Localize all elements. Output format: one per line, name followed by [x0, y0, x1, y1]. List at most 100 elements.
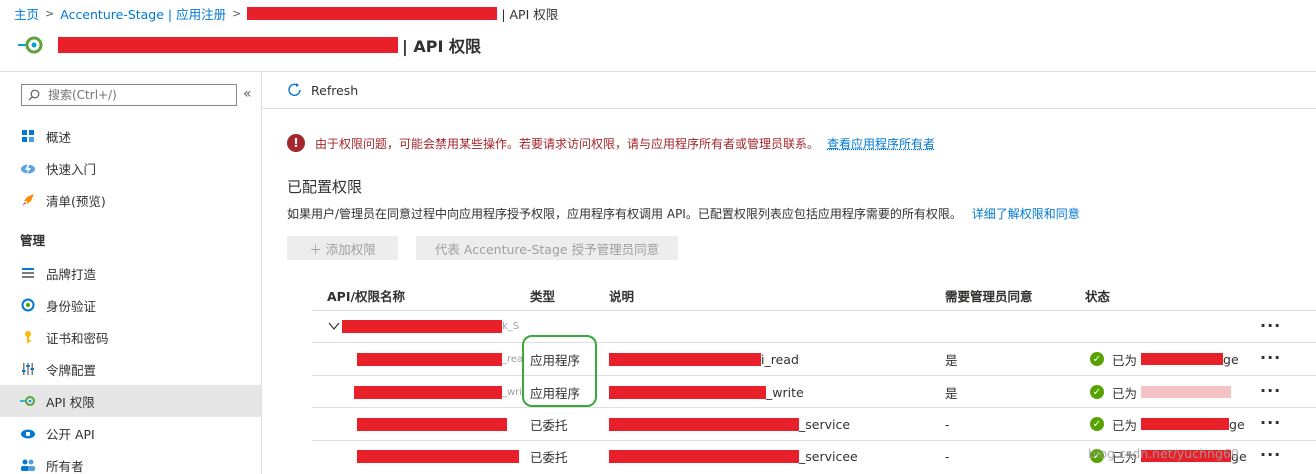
sidebar-item-label: 令牌配置 — [46, 362, 97, 378]
redacted-description — [609, 417, 799, 431]
sidebar-item-label: 所有者 — [46, 458, 84, 474]
command-bar-divider — [262, 108, 1316, 109]
permission-name-tail: _rea — [502, 353, 524, 365]
redacted-description — [609, 449, 799, 463]
status-text: 已为 — [1112, 385, 1138, 401]
add-permission-button[interactable]: ＋ 添加权限 — [287, 236, 398, 260]
redacted-permission-name — [357, 449, 519, 463]
group-more-icon[interactable]: ··· — [1260, 316, 1281, 335]
status-text: 已为 — [1112, 352, 1138, 368]
sidebar-item-expose-api[interactable]: 公开 API — [0, 417, 261, 449]
api-group-row[interactable]: k_S — [328, 318, 519, 334]
sidebar-item-token-config[interactable]: 令牌配置 — [0, 353, 261, 385]
redacted-api-name — [342, 319, 502, 333]
table-divider — [312, 342, 1316, 343]
description-tail: _service — [799, 416, 851, 432]
header-divider — [0, 71, 1316, 72]
col-header-description: 说明 — [609, 289, 635, 304]
sidebar-item-label: 快速入门 — [46, 161, 97, 177]
admin-consent-value: - — [945, 416, 950, 432]
row-more-icon[interactable]: ··· — [1260, 381, 1281, 400]
table-divider — [312, 375, 1316, 376]
cloud-lightning-icon — [20, 160, 36, 176]
table-divider — [312, 407, 1316, 408]
search-icon — [28, 89, 40, 101]
permission-description: _service — [609, 415, 850, 433]
sidebar-item-label: API 权限 — [46, 394, 95, 410]
sidebar-item-label: 证书和密码 — [46, 330, 109, 346]
redacted-permission-name — [354, 385, 502, 399]
permission-name — [357, 447, 519, 465]
sidebar-item-api-permissions[interactable]: API 权限 — [0, 385, 261, 417]
redacted-app-name — [247, 6, 498, 20]
status-cell: ✓ 已为 ge — [1090, 350, 1239, 368]
search-input[interactable] — [48, 88, 218, 102]
permission-name: _wri — [354, 383, 522, 401]
permission-warning: ! 由于权限问题，可能会禁用某些操作。若要请求访问权限，请与应用程序所有者或管理… — [287, 134, 935, 152]
sidebar-item-label: 品牌打造 — [46, 266, 97, 282]
grid-icon — [20, 128, 36, 144]
breadcrumb-separator: > — [45, 6, 55, 20]
description-tail: i_read — [761, 351, 799, 367]
permission-description: _servicee — [609, 447, 858, 465]
sidebar-item-overview[interactable]: 概述 — [0, 120, 261, 152]
sidebar-item-owners[interactable]: 所有者 — [0, 449, 261, 474]
redacted-status — [1141, 353, 1224, 365]
refresh-button[interactable]: Refresh — [287, 82, 358, 98]
col-header-name: API/权限名称 — [327, 289, 406, 304]
table-divider — [312, 310, 1316, 311]
redacted-status — [1141, 418, 1230, 430]
page-title: | API 权限 — [402, 37, 482, 56]
admin-consent-value: 是 — [945, 385, 958, 401]
permission-name — [357, 415, 507, 433]
redacted-permission-name — [357, 352, 502, 366]
sidebar-search[interactable] — [21, 84, 237, 106]
redacted-permission-name — [357, 417, 507, 431]
row-more-icon[interactable]: ··· — [1260, 348, 1281, 367]
sidebar-divider — [261, 72, 262, 474]
admin-consent-value: - — [945, 448, 950, 464]
admin-consent-value: 是 — [945, 352, 958, 368]
cloud-api-icon — [20, 425, 36, 441]
row-more-icon[interactable]: ··· — [1260, 413, 1281, 432]
grant-admin-consent-button[interactable]: 代表 Accenture-Stage 授予管理员同意 — [416, 236, 678, 260]
sidebar-section-manage: 管理 — [20, 233, 46, 248]
status-text: 已为 — [1112, 417, 1138, 433]
status-tail: ge — [1223, 351, 1239, 367]
row-more-icon[interactable]: ··· — [1260, 445, 1281, 464]
sidebar-item-checklist[interactable]: 清单(预览) — [0, 184, 261, 216]
watermark: blog.csdn.net/yuchng60 — [1088, 446, 1239, 461]
auth-refresh-icon — [20, 297, 36, 313]
view-owners-link[interactable]: 查看应用程序所有者 — [827, 135, 935, 152]
rocket-icon — [20, 192, 36, 208]
owners-icon — [20, 457, 36, 473]
sidebar-item-certificates[interactable]: 证书和密码 — [0, 321, 261, 353]
redacted-description — [609, 385, 766, 399]
branding-list-icon — [20, 265, 36, 281]
api-permissions-icon — [18, 36, 43, 54]
sidebar-item-branding[interactable]: 品牌打造 — [0, 257, 261, 289]
sidebar-item-quickstart[interactable]: 快速入门 — [0, 152, 261, 184]
permission-type: 已委托 — [530, 417, 568, 433]
error-icon: ! — [287, 134, 305, 152]
configured-permissions-title: 已配置权限 — [287, 178, 363, 196]
permission-name: _rea — [357, 350, 523, 368]
sidebar-item-authentication[interactable]: 身份验证 — [0, 289, 261, 321]
permission-name-tail: _wri — [502, 386, 523, 398]
breadcrumb-separator: > — [232, 6, 242, 20]
check-icon: ✓ — [1090, 352, 1104, 366]
api-group-name-tail: k_S — [502, 320, 520, 332]
collapse-sidebar-icon[interactable]: « — [243, 86, 252, 102]
breadcrumb-home[interactable]: 主页 — [14, 4, 39, 23]
configured-permissions-description: 如果用户/管理员在同意过程中向应用程序授予权限，应用程序有权调用 API。已配置… — [287, 205, 1080, 222]
sliders-icon — [20, 361, 36, 377]
breadcrumb-current: | API 权限 — [501, 6, 559, 22]
breadcrumb-app-registration[interactable]: Accenture-Stage | 应用注册 — [60, 4, 226, 23]
learn-more-link[interactable]: 详细了解权限和同意 — [972, 207, 1080, 221]
col-header-status: 状态 — [1085, 289, 1111, 304]
check-icon: ✓ — [1090, 385, 1104, 399]
status-cell: ✓ 已为 — [1090, 383, 1232, 401]
col-header-type: 类型 — [530, 289, 556, 304]
check-icon: ✓ — [1090, 417, 1104, 431]
page-header: | API 权限 — [18, 31, 481, 59]
